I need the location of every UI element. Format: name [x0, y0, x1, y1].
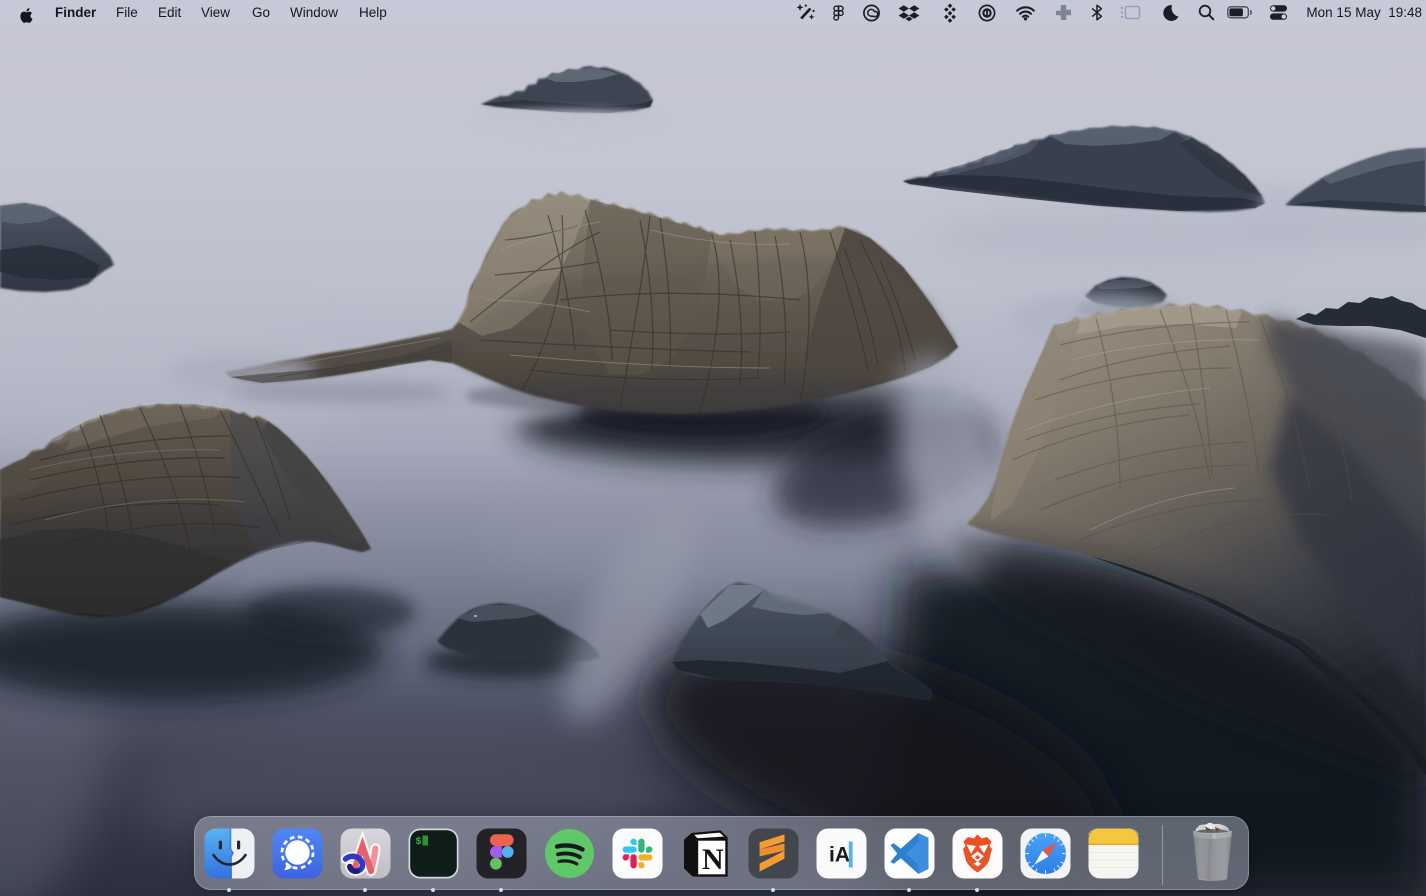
svg-text:N: N — [702, 843, 724, 876]
svg-text:$: $ — [415, 836, 421, 848]
svg-text:iA: iA — [829, 844, 850, 867]
